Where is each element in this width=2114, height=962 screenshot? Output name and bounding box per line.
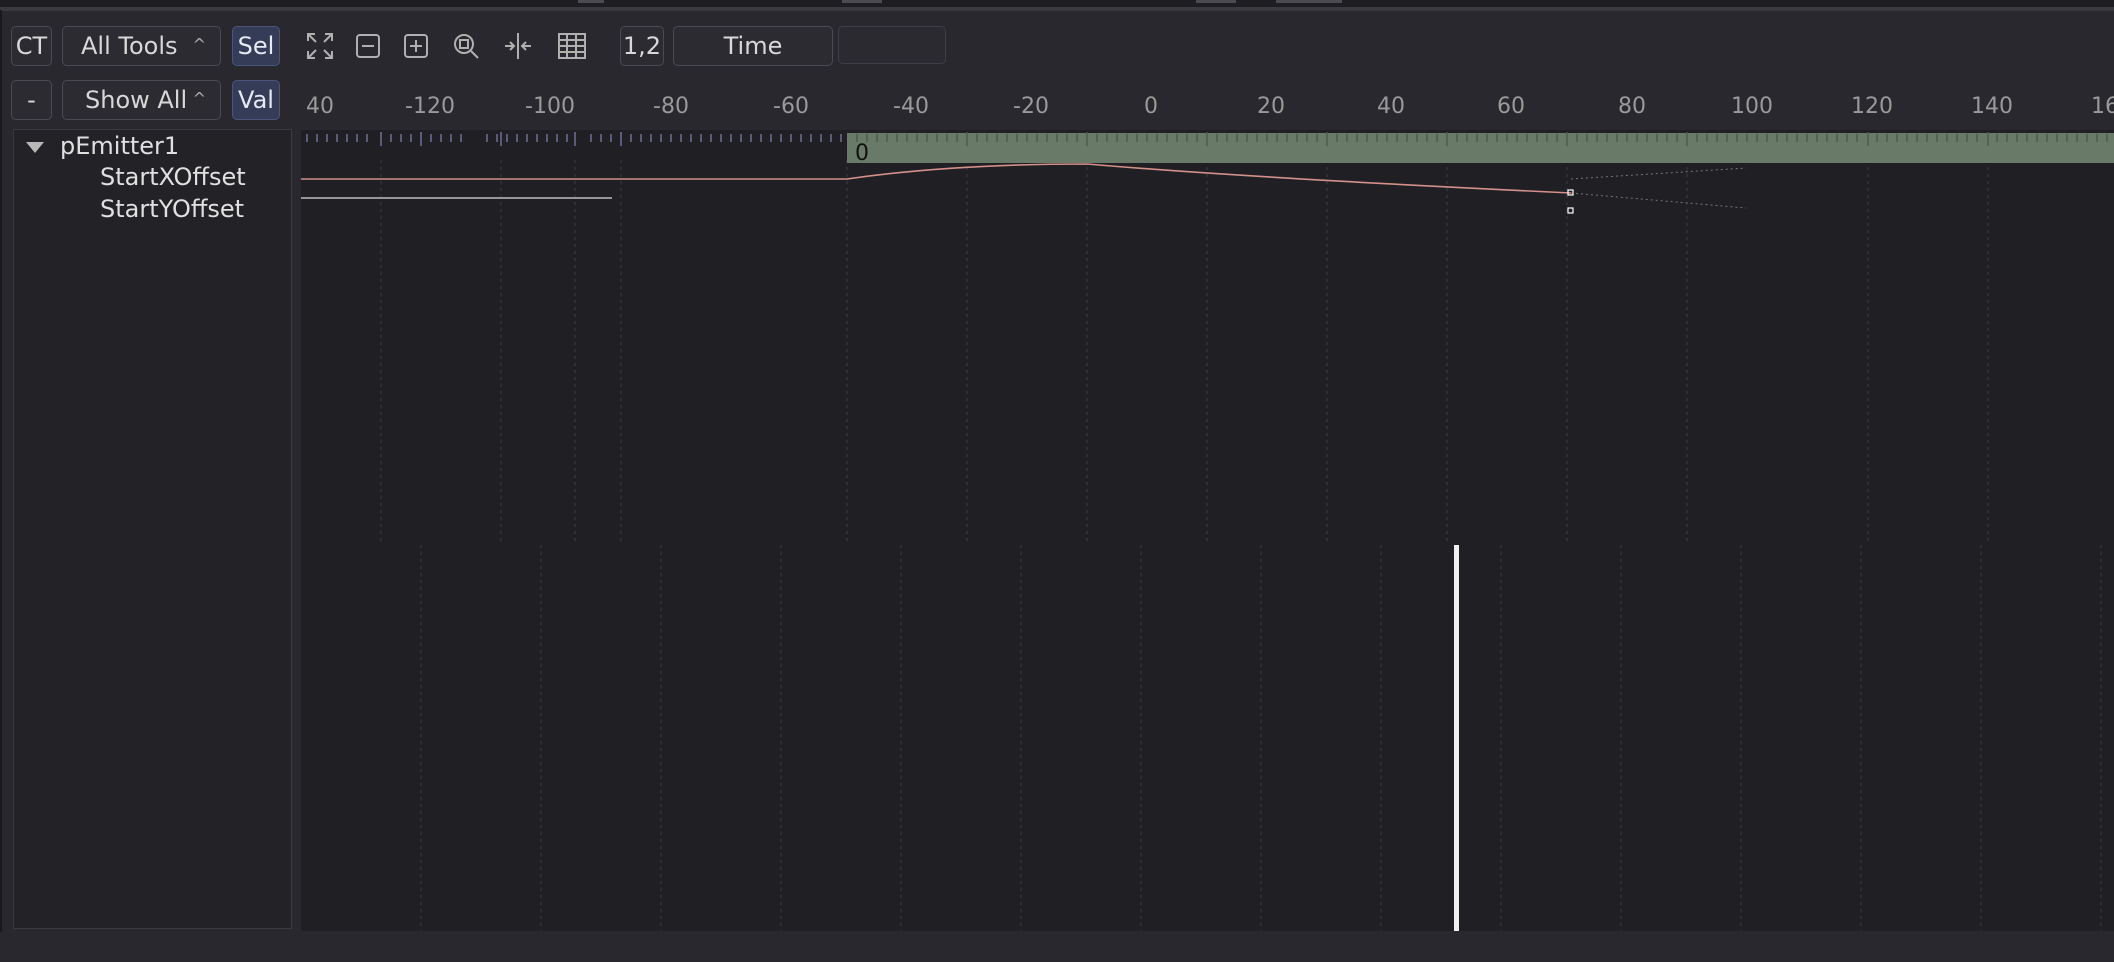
footer-bar <box>0 932 2114 962</box>
spline-canvas[interactable]: 0 <box>301 130 2114 931</box>
ruler-label: 80 <box>1618 94 1646 119</box>
ruler-label: 120 <box>1851 94 1893 119</box>
tree-item-startxoffset[interactable]: StartXOffset <box>100 163 246 191</box>
range-start-label: 0 <box>855 141 869 166</box>
zoom-in-icon[interactable] <box>400 30 432 62</box>
ruler-label: 60 <box>1497 94 1525 119</box>
sel-button[interactable]: Sel <box>232 26 280 66</box>
curve-startxoffset <box>301 163 1572 194</box>
ruler-label: 20 <box>1257 94 1285 119</box>
chevron-up-icon: ^ <box>192 35 206 54</box>
tools-dropdown[interactable]: All Tools ^ <box>62 26 221 66</box>
val-button[interactable]: Val <box>232 80 280 120</box>
splitter-handle[interactable] <box>578 0 604 3</box>
time-button[interactable]: Time <box>673 26 833 66</box>
playhead-marker <box>1454 545 1459 931</box>
ruler-label: -60 <box>773 94 809 119</box>
zoom-rect-icon[interactable] <box>450 30 482 62</box>
ruler-label: -80 <box>653 94 689 119</box>
tree-item-startyoffset[interactable]: StartYOffset <box>100 195 244 223</box>
fit-icon[interactable] <box>304 30 336 62</box>
extrapolation-x <box>1570 167 1747 180</box>
ruler-label: 40 <box>306 94 334 119</box>
tool-tree[interactable]: pEmitter1 StartXOffset StartYOffset <box>13 129 292 929</box>
left-edge <box>0 10 2 962</box>
time-stretch-icon[interactable] <box>502 30 534 62</box>
ruler-label: 140 <box>1971 94 2013 119</box>
divider <box>0 7 2114 11</box>
ruler-label: 100 <box>1731 94 1773 119</box>
show-dropdown[interactable]: Show All ^ <box>62 80 221 120</box>
tools-dropdown-label: All Tools <box>81 32 178 60</box>
ruler-label: -100 <box>525 94 575 119</box>
expand-triangle-icon[interactable] <box>26 142 44 153</box>
time-value-field[interactable] <box>838 26 946 64</box>
ruler-label: 16 <box>2091 94 2114 119</box>
time-ruler[interactable]: 40 -120 -100 -80 -60 -40 -20 0 20 40 60 … <box>300 90 2114 128</box>
spline-graph[interactable]: 0 <box>301 130 2114 931</box>
ruler-label: -40 <box>893 94 929 119</box>
splitter-handle[interactable] <box>842 0 882 3</box>
splitter-handle[interactable] <box>1196 0 1236 3</box>
ruler-label: -120 <box>405 94 455 119</box>
grid-bottom <box>420 545 2102 931</box>
onetwo-button[interactable]: 1,2 <box>620 26 664 66</box>
spreadsheet-icon[interactable] <box>556 30 588 62</box>
ruler-label: -20 <box>1013 94 1049 119</box>
collapse-button[interactable]: - <box>11 80 52 120</box>
zoom-out-icon[interactable] <box>352 30 384 62</box>
chevron-up-icon: ^ <box>192 89 206 108</box>
show-dropdown-label: Show All <box>85 86 188 114</box>
tree-item-pemitter1[interactable]: pEmitter1 <box>60 132 179 160</box>
ruler-label: 0 <box>1144 94 1158 119</box>
ruler-label: 40 <box>1377 94 1405 119</box>
tick-marks-left <box>306 132 842 146</box>
ct-button[interactable]: CT <box>11 26 52 66</box>
grid-top <box>380 160 1989 542</box>
splitter-handle[interactable] <box>1276 0 1342 3</box>
top-strip <box>0 0 2114 11</box>
extrapolation-y <box>1570 192 1747 209</box>
keyframe-point <box>1567 207 1574 214</box>
